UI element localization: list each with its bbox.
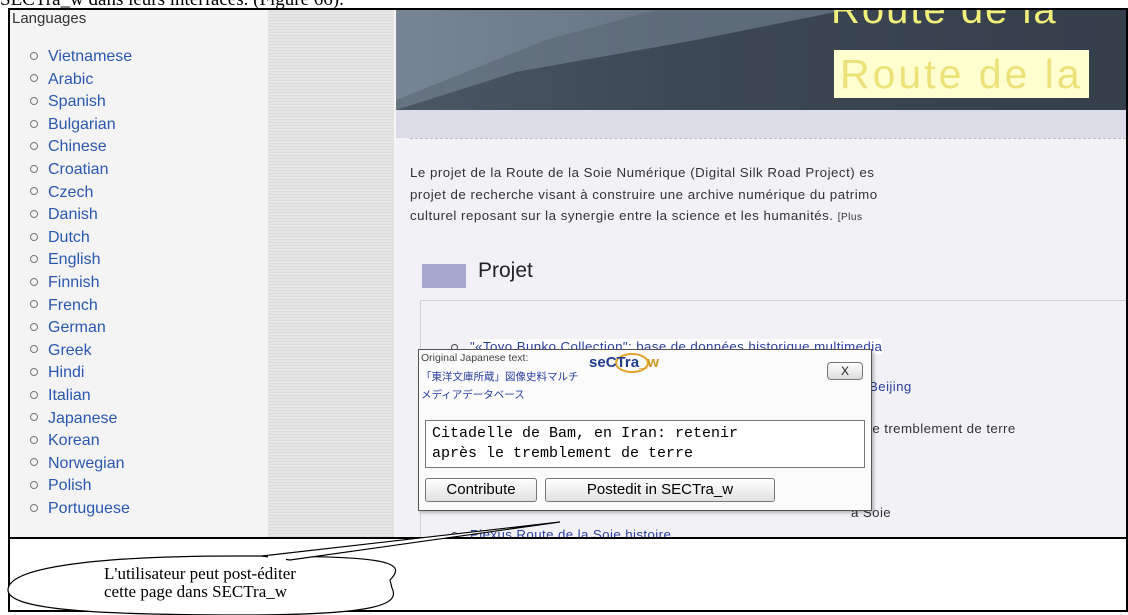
callout-line-2: cette page dans SECTra_w (104, 582, 288, 601)
callout-line-1: L'utilisateur peut post-éditer (104, 564, 296, 583)
callout-bubble (7, 521, 561, 615)
callout-text: L'utilisateur peut post-éditer cette pag… (104, 565, 296, 601)
